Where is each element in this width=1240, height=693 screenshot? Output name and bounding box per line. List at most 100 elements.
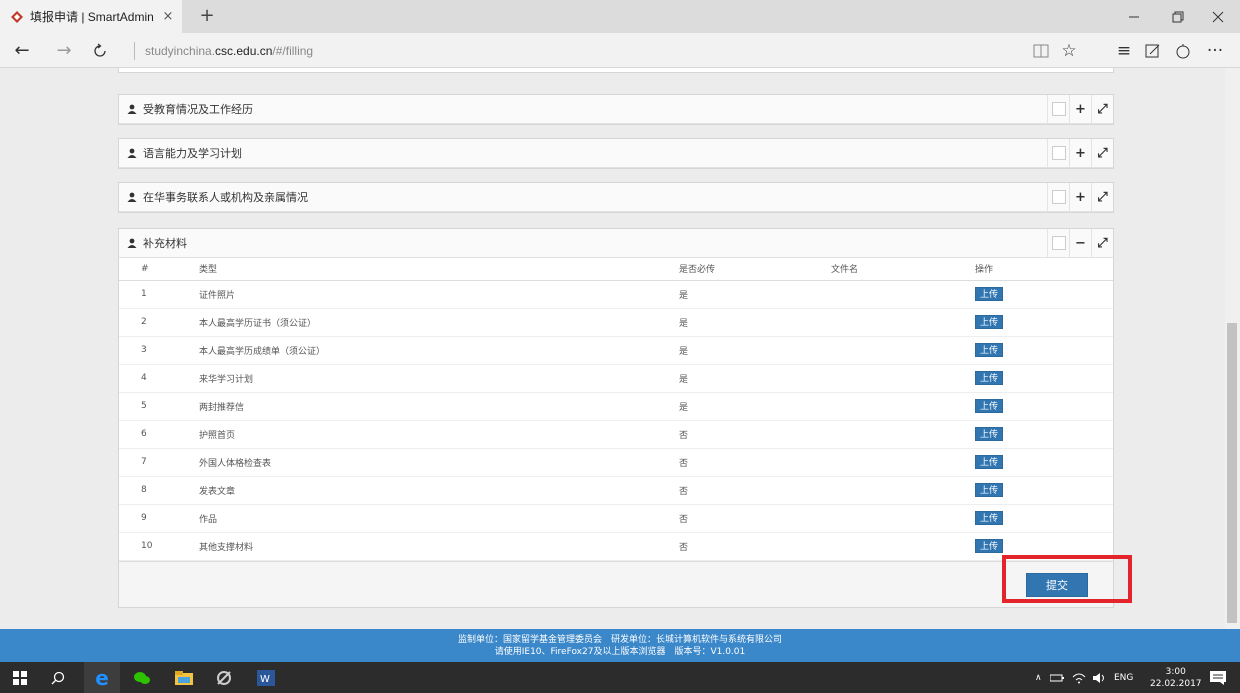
- clock[interactable]: 3:00 22.02.2017: [1150, 666, 1202, 690]
- row-action: 上传: [975, 364, 1113, 393]
- clock-date: 22.02.2017: [1150, 679, 1202, 689]
- table-row: 7 外国人体格检查表否 上传: [119, 448, 1113, 477]
- table-row: 9 作品否 上传: [119, 504, 1113, 533]
- table-row: 4 来华学习计划是 上传: [119, 364, 1113, 393]
- upload-button[interactable]: 上传: [975, 315, 1004, 329]
- upload-button[interactable]: 上传: [975, 483, 1004, 497]
- more-icon[interactable]: ···: [1200, 33, 1230, 68]
- scrollbar[interactable]: [1225, 68, 1240, 629]
- highlight-annotation: [1002, 555, 1132, 603]
- restore-icon[interactable]: [1158, 0, 1198, 33]
- color-picker-icon[interactable]: [1047, 139, 1069, 167]
- row-action: 上传: [975, 504, 1113, 533]
- toggle-expand-icon[interactable]: +: [1069, 139, 1091, 167]
- row-required: 否: [679, 504, 831, 533]
- file-explorer-icon[interactable]: [166, 662, 202, 693]
- color-picker-icon[interactable]: [1047, 95, 1069, 123]
- footer-line-1: 监制单位：国家留学基金管理委员会 研发单位：长城计算机软件与系统有限公司: [457, 635, 782, 645]
- table-row: 5 两封推荐信是 上传: [119, 392, 1113, 421]
- row-filename: [831, 336, 975, 365]
- row-type: 两封推荐信: [199, 392, 679, 421]
- collapsed-panel-top: [118, 68, 1114, 73]
- language-indicator[interactable]: ENG: [1114, 662, 1133, 693]
- table-row: 3 本人最高学历成绩单（须公证）是 上传: [119, 336, 1113, 365]
- fullscreen-icon[interactable]: ⤢: [1091, 229, 1113, 257]
- upload-button[interactable]: 上传: [975, 371, 1004, 385]
- row-type: 本人最高学历成绩单（须公证）: [199, 336, 679, 365]
- upload-button[interactable]: 上传: [975, 399, 1004, 413]
- row-type: 外国人体格检查表: [199, 448, 679, 477]
- web-note-icon[interactable]: [1138, 33, 1168, 68]
- site-footer: 监制单位：国家留学基金管理委员会 研发单位：长城计算机软件与系统有限公司 请使用…: [0, 629, 1240, 662]
- panel-header[interactable]: 语言能力及学习计划 + ⤢: [119, 139, 1113, 168]
- search-icon[interactable]: [40, 662, 76, 693]
- column-header: 文件名: [831, 258, 975, 281]
- table-row: 1 证件照片是 上传: [119, 280, 1113, 309]
- volume-icon[interactable]: [1092, 662, 1106, 693]
- word-icon[interactable]: W: [248, 662, 284, 693]
- row-action: 上传: [975, 476, 1113, 505]
- windows-start-icon[interactable]: [2, 662, 38, 693]
- color-picker-icon[interactable]: [1047, 183, 1069, 211]
- table-row: 6 护照首页否 上传: [119, 420, 1113, 449]
- panel-header[interactable]: 在华事务联系人或机构及亲属情况 + ⤢: [119, 183, 1113, 212]
- upload-button[interactable]: 上传: [975, 511, 1004, 525]
- toggle-collapse-icon[interactable]: −: [1069, 229, 1091, 257]
- row-filename: [831, 392, 975, 421]
- row-action: 上传: [975, 392, 1113, 421]
- browser-tab[interactable]: 填报申请 | SmartAdmin ×: [0, 0, 182, 33]
- row-required: 是: [679, 392, 831, 421]
- row-type: 证件照片: [199, 280, 679, 309]
- back-arrow-icon[interactable]: ←: [8, 33, 36, 68]
- notification-icon[interactable]: [1200, 662, 1236, 693]
- row-filename: [831, 476, 975, 505]
- wifi-icon[interactable]: [1072, 662, 1086, 693]
- edge-browser-icon[interactable]: e: [84, 662, 120, 693]
- clock-time: 3:00: [1165, 667, 1186, 677]
- row-action: 上传: [975, 308, 1113, 337]
- panel-footer: 提交: [119, 560, 1113, 607]
- upload-button[interactable]: 上传: [975, 343, 1004, 357]
- row-type: 本人最高学历证书（须公证）: [199, 308, 679, 337]
- fullscreen-icon[interactable]: ⤢: [1091, 95, 1113, 123]
- battery-icon[interactable]: [1050, 662, 1066, 693]
- refresh-icon[interactable]: [86, 33, 114, 68]
- upload-button[interactable]: 上传: [975, 427, 1004, 441]
- row-required: 是: [679, 308, 831, 337]
- upload-button[interactable]: 上传: [975, 539, 1004, 553]
- toggle-expand-icon[interactable]: +: [1069, 95, 1091, 123]
- tab-close-icon[interactable]: ×: [160, 9, 176, 24]
- share-icon[interactable]: [1168, 33, 1198, 68]
- row-required: 否: [679, 476, 831, 505]
- row-filename: [831, 420, 975, 449]
- fullscreen-icon[interactable]: ⤢: [1091, 139, 1113, 167]
- materials-table: # 类型 是否必传 文件名 操作 1 证件照片是上传 2 本人最高学历证书（须公证）是…: [119, 258, 1113, 561]
- row-required: 否: [679, 532, 831, 561]
- panel-header[interactable]: 受教育情况及工作经历 + ⤢: [119, 95, 1113, 124]
- panel-language: 语言能力及学习计划 + ⤢: [118, 138, 1114, 169]
- toggle-expand-icon[interactable]: +: [1069, 183, 1091, 211]
- row-number: 4: [119, 364, 199, 393]
- browser-tab-bar: 填报申请 | SmartAdmin × +: [0, 0, 1240, 33]
- upload-button[interactable]: 上传: [975, 455, 1004, 469]
- row-number: 3: [119, 336, 199, 365]
- minimize-icon[interactable]: [1114, 0, 1154, 33]
- forward-arrow-icon[interactable]: →: [50, 33, 78, 68]
- close-window-icon[interactable]: [1198, 0, 1238, 33]
- panel-title: 受教育情况及工作经历: [143, 103, 253, 116]
- row-required: 是: [679, 336, 831, 365]
- new-tab-button[interactable]: +: [196, 5, 218, 26]
- upload-button[interactable]: 上传: [975, 287, 1004, 301]
- reading-view-icon[interactable]: [1026, 33, 1056, 68]
- scrollbar-thumb[interactable]: [1227, 323, 1237, 623]
- fullscreen-icon[interactable]: ⤢: [1091, 183, 1113, 211]
- url-field[interactable]: studyinchina.csc.edu.cn/#/filling: [134, 42, 313, 60]
- color-picker-icon[interactable]: [1047, 229, 1069, 257]
- hub-icon[interactable]: ≡: [1109, 33, 1139, 68]
- panel-header[interactable]: 补充材料 − ⤢: [119, 229, 1113, 258]
- satellite-app-icon[interactable]: [206, 662, 242, 693]
- favorite-star-icon[interactable]: ☆: [1054, 33, 1084, 68]
- row-action: 上传: [975, 448, 1113, 477]
- tray-chevron-icon[interactable]: ∧: [1035, 662, 1042, 693]
- wechat-icon[interactable]: [124, 662, 160, 693]
